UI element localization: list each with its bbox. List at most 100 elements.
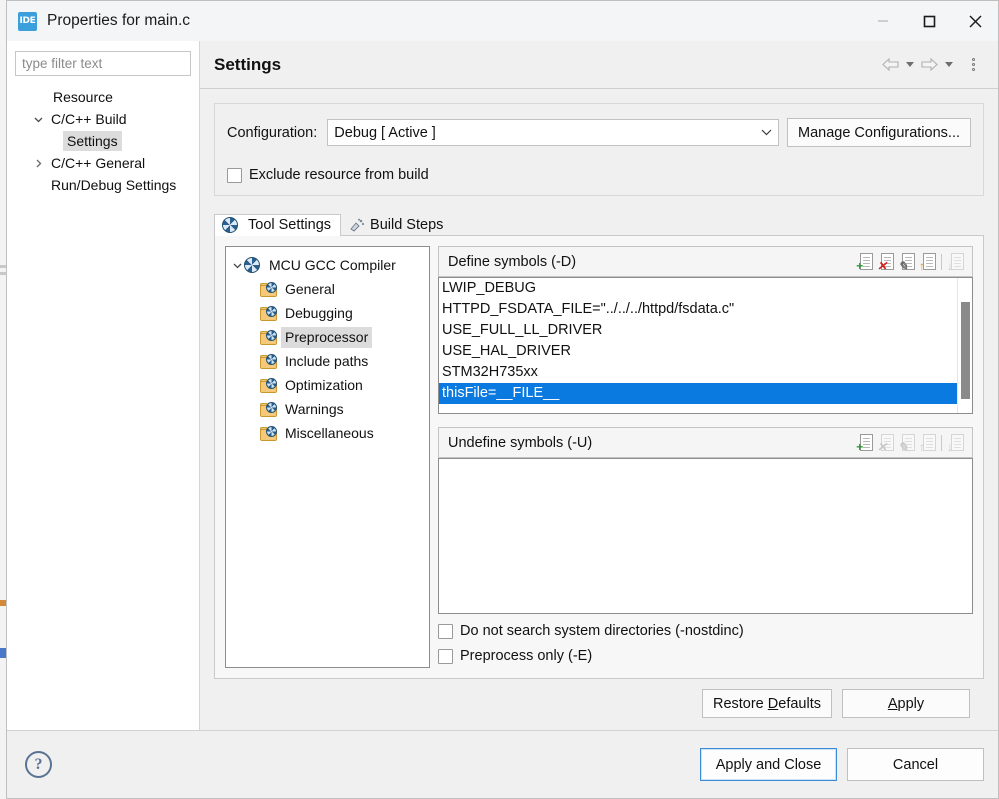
tool-tree-item-label: Optimization: [281, 375, 367, 396]
undefine-symbols-toolbar: + ✕ ✎ ↑: [856, 434, 968, 452]
chevron-down-icon[interactable]: [230, 261, 244, 270]
preprocess-only-option-row[interactable]: Preprocess only (-E): [438, 648, 973, 664]
compiler-gear-icon: [244, 257, 260, 273]
preprocess-only-checkbox[interactable]: [438, 649, 453, 664]
list-item[interactable]: LWIP_DEBUG: [439, 278, 972, 299]
restore-defaults-pre: Restore: [713, 696, 768, 712]
define-symbols-title: Define symbols (-D): [448, 254, 576, 270]
manage-configurations-button[interactable]: Manage Configurations...: [787, 118, 971, 147]
forward-dropdown-icon[interactable]: [941, 52, 956, 78]
nostdinc-checkbox[interactable]: [438, 624, 453, 639]
list-item[interactable]: USE_HAL_DRIVER: [439, 341, 972, 362]
help-icon[interactable]: ?: [25, 751, 52, 778]
restore-defaults-button[interactable]: Restore Defaults: [702, 689, 832, 718]
build-steps-icon: [349, 218, 365, 232]
list-item[interactable]: STM32H735xx: [439, 362, 972, 383]
chevron-down-icon[interactable]: [31, 108, 45, 130]
nostdinc-label: Do not search system directories (-nostd…: [460, 623, 744, 639]
scrollbar-thumb[interactable]: [961, 302, 970, 399]
chevron-right-icon[interactable]: [31, 152, 45, 174]
apply-post: pply: [898, 696, 925, 712]
view-menu-icon[interactable]: [962, 52, 984, 78]
configuration-row: Configuration: Debug [ Active ] Manage C…: [227, 118, 971, 147]
nostdinc-option-row[interactable]: Do not search system directories (-nostd…: [438, 623, 973, 639]
sidebar-item-run-debug-settings[interactable]: Run/Debug Settings: [15, 174, 191, 196]
undefine-symbols-header: Undefine symbols (-U) + ✕ ✎: [438, 427, 973, 458]
tool-tree-item-label: Preprocessor: [281, 327, 372, 348]
back-dropdown-icon[interactable]: [902, 52, 917, 78]
tab-build-steps[interactable]: Build Steps: [341, 214, 453, 236]
folder-gear-icon: [260, 330, 277, 345]
tool-tree-item-label: Miscellaneous: [281, 423, 378, 444]
define-symbols-toolbar: + ✕ ✎ ↑: [856, 253, 968, 271]
tab-label: Build Steps: [370, 217, 443, 233]
sidebar-item-label: Settings: [63, 131, 122, 151]
page-button-row: Restore Defaults Apply: [214, 679, 984, 730]
dialog-buttons: Apply and Close Cancel: [700, 748, 984, 781]
apply-button[interactable]: Apply: [842, 689, 970, 718]
sidebar-item-cpp-general[interactable]: C/C++ General: [15, 152, 191, 174]
folder-gear-icon: [260, 426, 277, 441]
apply-mnemonic: A: [888, 696, 898, 712]
folder-gear-icon: [260, 354, 277, 369]
tool-tree-item-miscellaneous[interactable]: Miscellaneous: [230, 421, 425, 445]
sidebar-item-resource[interactable]: Resource: [15, 86, 191, 108]
delete-icon: ✕: [877, 434, 894, 452]
tab-tool-settings[interactable]: Tool Settings: [214, 214, 341, 236]
add-icon[interactable]: +: [856, 253, 873, 271]
move-up-icon[interactable]: ↑: [919, 253, 936, 271]
tool-tree-item-warnings[interactable]: Warnings: [230, 397, 425, 421]
configuration-value: Debug [ Active ]: [334, 125, 436, 141]
restore-defaults-mnemonic: D: [768, 696, 778, 712]
tool-tree-item-preprocessor[interactable]: Preprocessor: [230, 325, 425, 349]
apply-and-close-button[interactable]: Apply and Close: [700, 748, 837, 781]
define-symbols-list[interactable]: LWIP_DEBUG HTTPD_FSDATA_FILE="../../../h…: [438, 277, 973, 414]
sidebar-item-settings[interactable]: Settings: [15, 130, 191, 152]
folder-gear-icon: [260, 402, 277, 417]
tool-tree-item-label: Include paths: [281, 351, 372, 372]
back-arrow-icon[interactable]: [878, 52, 902, 78]
settings-pane: Settings: [200, 41, 998, 730]
list-item[interactable]: USE_FULL_LL_DRIVER: [439, 320, 972, 341]
close-icon[interactable]: [952, 1, 998, 41]
sidebar-item-cpp-build[interactable]: C/C++ Build: [15, 108, 191, 130]
forward-arrow-icon[interactable]: [917, 52, 941, 78]
tool-tree-item-include-paths[interactable]: Include paths: [230, 349, 425, 373]
tool-tree-item-label: Warnings: [281, 399, 348, 420]
tool-tree-item-optimization[interactable]: Optimization: [230, 373, 425, 397]
define-symbols-scrollbar[interactable]: [957, 278, 972, 413]
configuration-group: Configuration: Debug [ Active ] Manage C…: [214, 103, 984, 196]
page-title: Settings: [214, 55, 281, 75]
tool-tree-item-general[interactable]: General: [230, 277, 425, 301]
chevron-down-icon: [761, 127, 772, 139]
delete-icon[interactable]: ✕: [877, 253, 894, 271]
header-toolbar: [878, 52, 984, 78]
undefine-symbols-list[interactable]: [438, 458, 973, 614]
maximize-icon[interactable]: [906, 1, 952, 41]
tool-tree-item-label: Debugging: [281, 303, 357, 324]
folder-gear-icon: [260, 378, 277, 393]
tool-tree-root[interactable]: MCU GCC Compiler: [230, 253, 425, 277]
undefine-symbols-title: Undefine symbols (-U): [448, 435, 592, 451]
tool-tree-item-label: General: [281, 279, 339, 300]
define-symbols-header: Define symbols (-D) + ✕ ✎: [438, 246, 973, 277]
configuration-select[interactable]: Debug [ Active ]: [327, 119, 779, 146]
list-item-selected[interactable]: thisFile=__FILE__: [439, 383, 972, 404]
sidebar-item-label: Resource: [49, 87, 117, 107]
tool-tree-item-debugging[interactable]: Debugging: [230, 301, 425, 325]
cancel-button[interactable]: Cancel: [847, 748, 984, 781]
list-item[interactable]: HTTPD_FSDATA_FILE="../../../httpd/fsdata…: [439, 299, 972, 320]
exclude-resource-row[interactable]: Exclude resource from build: [227, 167, 971, 183]
minimize-icon[interactable]: [860, 1, 906, 41]
restore-defaults-post: efaults: [778, 696, 821, 712]
exclude-resource-checkbox[interactable]: [227, 168, 242, 183]
edit-icon[interactable]: ✎: [898, 253, 915, 271]
move-up-icon: ↑: [919, 434, 936, 452]
tool-tree-root-label: MCU GCC Compiler: [265, 255, 400, 276]
move-down-icon: ↓: [947, 434, 964, 452]
exclude-resource-label: Exclude resource from build: [249, 167, 429, 183]
folder-gear-icon: [260, 306, 277, 321]
preprocessor-options: Define symbols (-D) + ✕ ✎: [438, 246, 973, 668]
add-icon[interactable]: +: [856, 434, 873, 452]
filter-input[interactable]: [15, 51, 191, 76]
